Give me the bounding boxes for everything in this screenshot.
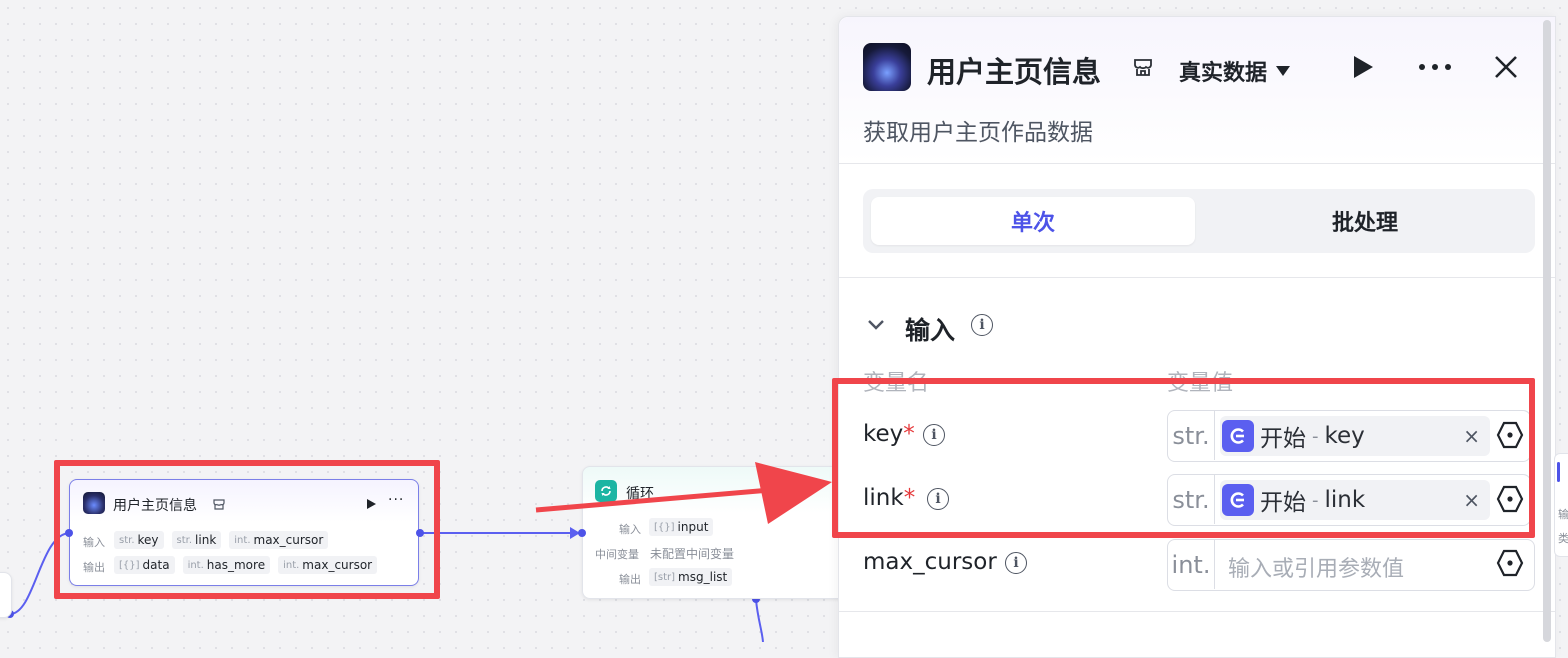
divider — [839, 277, 1555, 278]
param-value-max-cursor[interactable]: int. 输入或引用参数值 — [1167, 539, 1535, 591]
tab-single[interactable]: 单次 — [871, 197, 1195, 245]
loop-output-tag: [str] msg_list — [649, 568, 733, 586]
info-icon[interactable]: i — [1005, 552, 1027, 574]
panel-description: 获取用户主页作品数据 — [863, 120, 1093, 146]
type-label: int. — [1168, 540, 1215, 589]
highlight-box-node — [54, 460, 440, 599]
caret-down-icon — [1276, 66, 1291, 76]
partial-node-left[interactable] — [0, 572, 12, 618]
more-icon[interactable] — [1418, 63, 1452, 71]
info-icon[interactable]: i — [971, 314, 993, 336]
edge-loop-down — [755, 599, 764, 642]
store-icon — [1134, 59, 1152, 76]
partial-node-right[interactable]: 输 类 — [1554, 453, 1568, 557]
loop-input-port[interactable] — [578, 529, 586, 537]
loop-mid-label: 中间变量 — [595, 548, 639, 561]
divider — [839, 611, 1555, 612]
param-input-placeholder[interactable]: 输入或引用参数值 — [1228, 551, 1404, 583]
data-mode-select[interactable]: 真实数据 — [1179, 55, 1291, 87]
plugin-avatar-icon — [863, 43, 911, 91]
panel-scrollbar[interactable] — [1543, 20, 1551, 642]
panel-title: 用户主页信息 — [927, 55, 1102, 89]
data-mode-value: 真实数据 — [1179, 61, 1268, 86]
chevron-down-icon[interactable] — [867, 319, 885, 331]
annotation-arrow — [535, 462, 832, 524]
param-name-max-cursor: max_cursor — [863, 549, 997, 575]
run-mode-tabs: 单次 批处理 — [863, 189, 1535, 253]
variable-picker-icon[interactable] — [1496, 549, 1524, 577]
partial-node-text-b: 类 — [1558, 532, 1568, 545]
loop-output-label: 输出 — [619, 573, 641, 586]
loop-mid-value: 未配置中间变量 — [650, 547, 735, 561]
run-icon[interactable] — [1352, 55, 1374, 79]
divider — [839, 163, 1555, 164]
partial-node-accent — [1557, 462, 1560, 482]
partial-node-text-a: 输 — [1558, 508, 1568, 521]
node-config-panel: 用户主页信息 真实数据 获取用户主页作品数据 单次 批处理 输入 i 变量名 变… — [838, 16, 1556, 658]
tab-batch[interactable]: 批处理 — [1203, 197, 1527, 245]
section-title: 输入 — [905, 316, 956, 345]
close-icon[interactable] — [1494, 55, 1518, 79]
highlight-box-params — [832, 378, 1535, 538]
